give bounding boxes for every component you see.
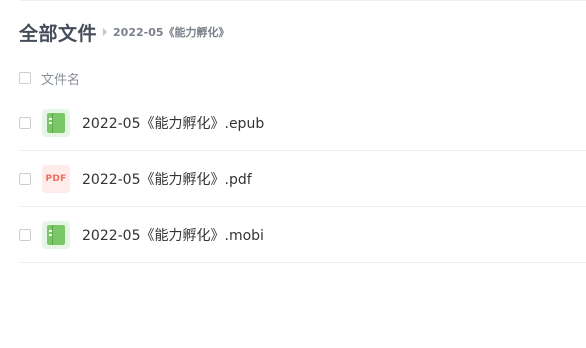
file-list: 2022-05《能力孵化》.epub PDF 2022-05《能力孵化》.pdf… (19, 95, 586, 263)
pdf-icon: PDF (42, 164, 70, 193)
file-checkbox[interactable] (19, 116, 31, 129)
file-checkbox[interactable] (19, 172, 31, 185)
top-divider (20, 0, 586, 1)
breadcrumb-current-folder: 2022-05《能力孵化》 (113, 26, 230, 39)
ebook-icon (42, 220, 70, 249)
file-name[interactable]: 2022-05《能力孵化》.epub (82, 113, 264, 133)
column-header-filename[interactable]: 文件名 (41, 69, 80, 88)
breadcrumb: 全部文件 2022-05《能力孵化》 (19, 19, 230, 46)
file-name[interactable]: 2022-05《能力孵化》.pdf (82, 169, 252, 189)
file-checkbox[interactable] (19, 228, 31, 241)
file-row[interactable]: 2022-05《能力孵化》.epub (19, 95, 586, 151)
breadcrumb-separator-icon (103, 28, 108, 36)
file-list-header: 文件名 (19, 68, 586, 88)
file-row[interactable]: PDF 2022-05《能力孵化》.pdf (19, 151, 586, 207)
file-row[interactable]: 2022-05《能力孵化》.mobi (19, 207, 586, 263)
breadcrumb-root-all-files[interactable]: 全部文件 (19, 19, 97, 46)
ebook-icon (42, 108, 70, 137)
file-name[interactable]: 2022-05《能力孵化》.mobi (82, 225, 264, 245)
select-all-checkbox[interactable] (19, 72, 31, 84)
